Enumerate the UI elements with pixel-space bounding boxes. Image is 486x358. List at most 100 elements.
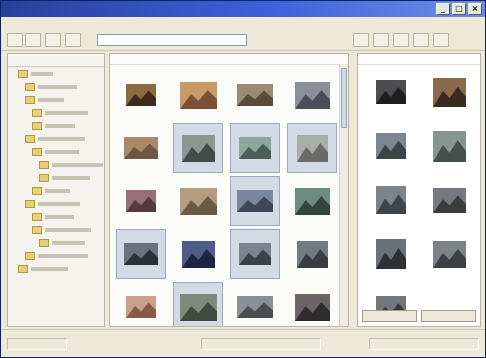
tree-node-label-placeholder: [31, 71, 53, 76]
photo-image: [296, 240, 328, 268]
photo-image: [124, 137, 158, 159]
tree-node[interactable]: [8, 145, 104, 158]
tree-node-label-placeholder: [45, 110, 88, 115]
photo-thumbnail[interactable]: [230, 282, 280, 326]
tree-node[interactable]: [8, 158, 104, 171]
maximize-button[interactable]: □: [452, 3, 466, 15]
photo-image: [181, 240, 215, 268]
photo-image: [376, 239, 406, 269]
lightbox-header: [358, 54, 480, 65]
tree-node[interactable]: [8, 132, 104, 145]
folder-tree-header: [8, 54, 104, 67]
tree-node[interactable]: [8, 249, 104, 262]
photo-thumbnail[interactable]: [230, 123, 280, 173]
view-thumbnails-button[interactable]: [353, 33, 369, 47]
photo-thumbnail[interactable]: [173, 70, 223, 120]
zoom-out-button[interactable]: [413, 33, 429, 47]
photo-image: [294, 81, 330, 109]
refresh-button[interactable]: [65, 33, 81, 47]
tree-node-label-placeholder: [45, 123, 75, 128]
lightbox-thumbnail[interactable]: [422, 174, 476, 226]
photo-image: [126, 84, 156, 106]
photo-image: [432, 130, 466, 162]
status-right: [369, 338, 479, 350]
toolbar: [1, 29, 485, 51]
photo-image: [376, 186, 406, 214]
lightbox-thumbnail[interactable]: [364, 120, 418, 172]
close-button[interactable]: ×: [468, 3, 482, 15]
photo-thumbnail[interactable]: [230, 70, 280, 120]
tree-node[interactable]: [8, 80, 104, 93]
photo-thumbnail[interactable]: [287, 123, 337, 173]
photo-thumbnail[interactable]: [230, 176, 280, 226]
tree-node-label-placeholder: [38, 136, 85, 141]
tree-node[interactable]: [8, 223, 104, 236]
title-bar[interactable]: _ □ ×: [1, 1, 485, 17]
photo-image: [179, 187, 217, 215]
lightbox-button-1[interactable]: [362, 310, 417, 322]
lightbox-thumbnail[interactable]: [364, 66, 418, 118]
lightbox-thumbnail[interactable]: [422, 120, 476, 172]
address-field[interactable]: [97, 34, 247, 46]
photo-thumbnail[interactable]: [116, 176, 166, 226]
photo-image: [124, 243, 158, 265]
up-folder-button[interactable]: [45, 33, 61, 47]
status-bar: [1, 329, 485, 357]
tree-node[interactable]: [8, 210, 104, 223]
forward-button[interactable]: [25, 33, 41, 47]
lightbox-thumbnail[interactable]: [364, 174, 418, 226]
folder-icon: [32, 186, 42, 195]
gallery-scrollbar[interactable]: [339, 64, 348, 326]
lightbox-thumbnail[interactable]: [364, 228, 418, 280]
tree-node-label-placeholder: [38, 201, 80, 206]
back-button[interactable]: [7, 33, 23, 47]
photo-image: [296, 134, 328, 162]
photo-thumbnail[interactable]: [287, 229, 337, 279]
photo-thumbnail[interactable]: [287, 282, 337, 326]
photo-thumbnail[interactable]: [116, 282, 166, 326]
folder-tree: [7, 53, 105, 327]
photo-thumbnail[interactable]: [173, 176, 223, 226]
scrollbar-thumb[interactable]: [341, 68, 347, 128]
photo-thumbnail[interactable]: [173, 229, 223, 279]
photo-thumbnail[interactable]: [230, 229, 280, 279]
tree-node[interactable]: [8, 197, 104, 210]
lightbox-buttons: [362, 310, 476, 322]
photo-thumbnail[interactable]: [287, 176, 337, 226]
menu-bar: [1, 17, 485, 29]
photo-thumbnail[interactable]: [287, 70, 337, 120]
tree-node[interactable]: [8, 236, 104, 249]
photo-image: [239, 243, 271, 265]
photo-image: [237, 296, 273, 318]
tree-node-label-placeholder: [38, 97, 64, 102]
photo-thumbnail[interactable]: [116, 70, 166, 120]
photo-thumbnail[interactable]: [116, 123, 166, 173]
photo-image: [237, 190, 273, 212]
photo-image: [179, 81, 217, 109]
photo-image: [126, 190, 156, 212]
photo-image: [126, 296, 156, 318]
slideshow-button[interactable]: [433, 33, 449, 47]
lightbox-button-2[interactable]: [421, 310, 476, 322]
tree-node[interactable]: [8, 184, 104, 197]
minimize-button[interactable]: _: [436, 3, 450, 15]
zoom-in-button[interactable]: [393, 33, 409, 47]
photo-thumbnail[interactable]: [173, 123, 223, 173]
photo-image: [179, 293, 217, 321]
lightbox-thumbnail[interactable]: [422, 66, 476, 118]
tree-node[interactable]: [8, 119, 104, 132]
tree-node-label-placeholder: [38, 84, 77, 89]
tree-node[interactable]: [8, 67, 104, 80]
photo-thumbnail[interactable]: [173, 282, 223, 326]
photo-image: [239, 137, 271, 159]
view-list-button[interactable]: [373, 33, 389, 47]
folder-icon: [32, 121, 42, 130]
tree-node[interactable]: [8, 106, 104, 119]
lightbox-thumbnail[interactable]: [422, 228, 476, 280]
photo-thumbnail[interactable]: [116, 229, 166, 279]
tree-node[interactable]: [8, 171, 104, 184]
folder-icon: [25, 134, 35, 143]
tree-node[interactable]: [8, 93, 104, 106]
folder-icon: [25, 199, 35, 208]
tree-node[interactable]: [8, 262, 104, 275]
